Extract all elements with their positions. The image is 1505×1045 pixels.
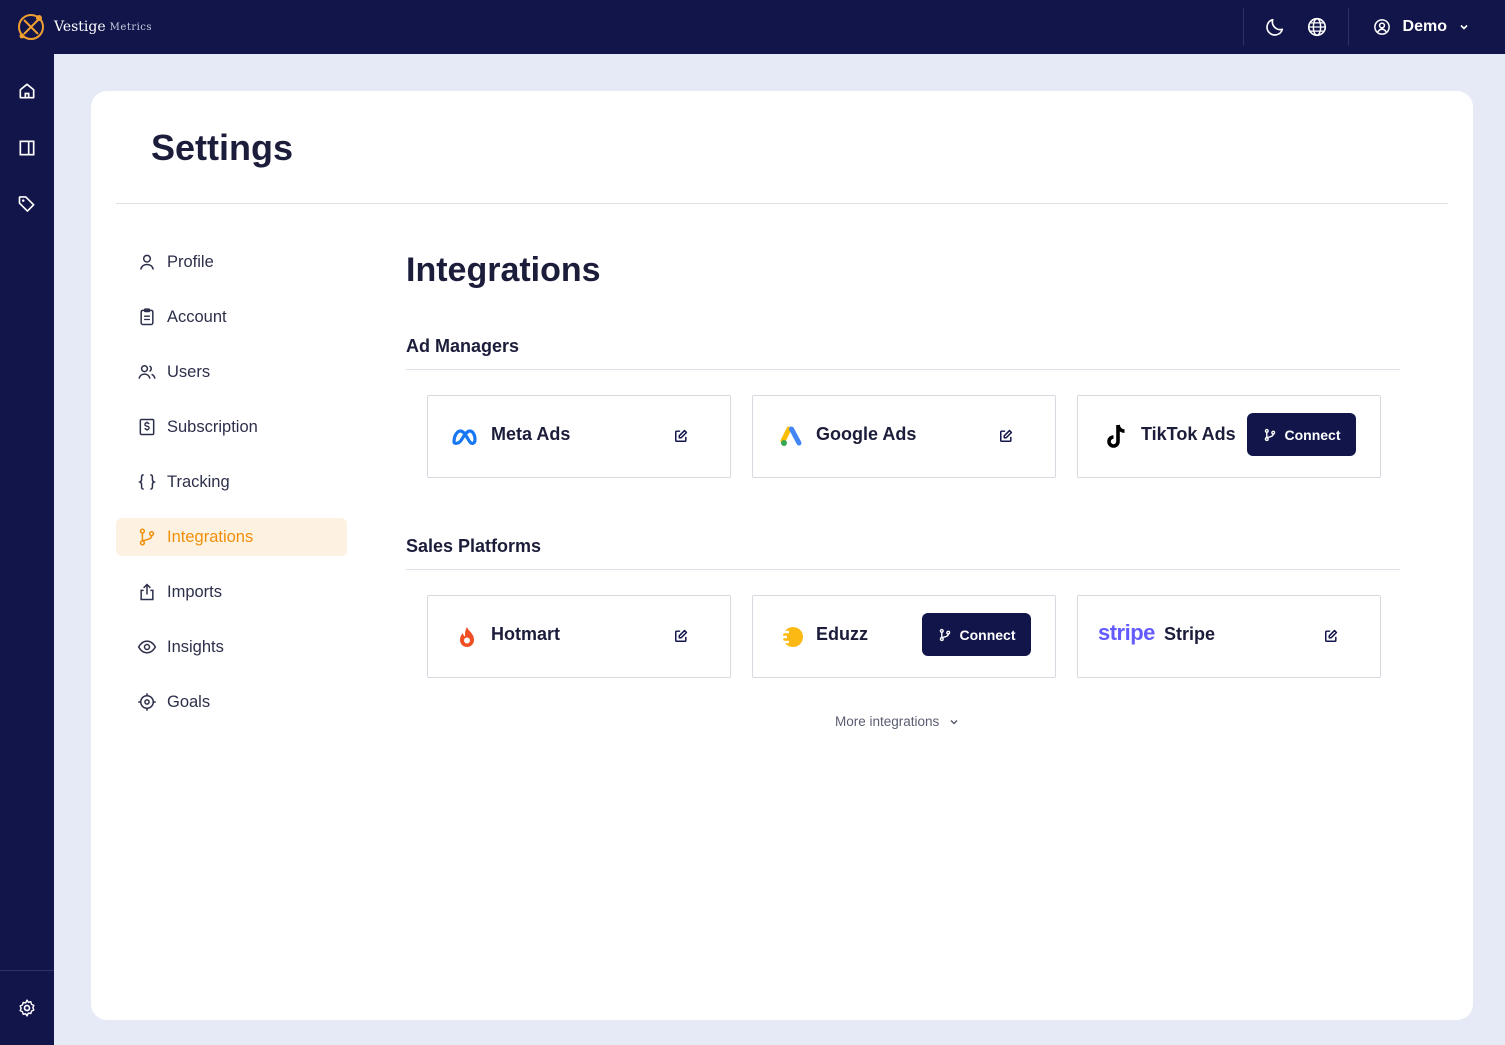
title-divider [116, 203, 1448, 204]
section-divider [406, 569, 1400, 570]
settings-card: Settings Profile Account Users Subscript… [91, 91, 1473, 1020]
brand[interactable]: Vestige Metrics [16, 12, 152, 42]
section-divider [406, 369, 1400, 370]
settings-nav-label: Profile [167, 252, 214, 271]
rail-settings-button[interactable] [0, 988, 54, 1028]
target-icon [137, 692, 157, 712]
stripe-logo-text: stripe [1098, 620, 1155, 645]
user-name: Demo [1402, 18, 1447, 35]
git-branch-icon [137, 527, 157, 547]
more-integrations-label: More integrations [835, 714, 940, 729]
eduzz-logo-icon [775, 622, 809, 652]
settings-nav-label: Tracking [167, 472, 230, 491]
tiktok-logo-icon [1100, 422, 1134, 452]
sales-platforms-tiles: Hotmart Eduzz Connect stripe Stripe [427, 595, 1400, 678]
home-icon [19, 83, 35, 99]
connect-button[interactable]: Connect [922, 613, 1031, 656]
brand-name: Vestige [54, 19, 106, 35]
vestige-logo-icon [18, 14, 44, 40]
brand-subtitle: Metrics [109, 21, 153, 33]
settings-nav: Profile Account Users Subscription Track… [116, 243, 347, 738]
rail-panel-button[interactable] [0, 128, 54, 168]
settings-nav-account[interactable]: Account [116, 298, 347, 336]
clipboard-icon [137, 307, 157, 327]
integration-name: Meta Ads [491, 424, 571, 444]
moon-icon [1265, 18, 1283, 36]
edit-icon[interactable] [997, 427, 1015, 445]
git-branch-icon [938, 628, 952, 642]
settings-nav-label: Account [167, 307, 227, 326]
integration-tile-eduzz[interactable]: Eduzz Connect [752, 595, 1056, 678]
chevron-down-icon [1459, 22, 1469, 32]
rail-home-button[interactable] [0, 71, 54, 111]
integration-tile-hotmart[interactable]: Hotmart [427, 595, 731, 678]
settings-nav-integrations[interactable]: Integrations [116, 518, 347, 556]
page-title: Settings [151, 127, 294, 168]
integration-name: Google Ads [816, 424, 917, 444]
integration-name: Hotmart [491, 624, 561, 644]
user-icon [137, 252, 157, 272]
divider [1242, 8, 1244, 46]
integrations-panel: Integrations Ad Managers Meta Ads Google… [406, 251, 1400, 734]
tag-icon [18, 196, 35, 212]
settings-nav-subscription[interactable]: Subscription [116, 408, 347, 446]
rail-tags-button[interactable] [0, 184, 54, 224]
edit-icon[interactable] [672, 427, 690, 445]
ad-managers-heading: Ad Managers [406, 336, 520, 356]
settings-nav-label: Subscription [167, 417, 258, 436]
edit-icon[interactable] [1322, 627, 1340, 645]
dollar-square-icon [137, 417, 157, 437]
settings-nav-label: Users [167, 362, 211, 381]
rail-divider [0, 970, 54, 971]
integration-tile-stripe[interactable]: stripe Stripe [1077, 595, 1381, 678]
settings-nav-imports[interactable]: Imports [116, 573, 347, 611]
hotmart-logo-icon [450, 622, 484, 652]
sidebar-rail [0, 54, 54, 1045]
dark-mode-toggle[interactable] [1254, 6, 1296, 48]
settings-nav-users[interactable]: Users [116, 353, 347, 391]
google-ads-logo-icon [775, 422, 809, 452]
settings-nav-profile[interactable]: Profile [116, 243, 347, 281]
users-icon [137, 362, 157, 382]
settings-nav-tracking[interactable]: Tracking [116, 463, 347, 501]
globe-icon [1307, 17, 1326, 37]
settings-nav-insights[interactable]: Insights [116, 628, 347, 666]
integration-name: TikTok Ads [1141, 424, 1236, 444]
sales-platforms-heading: Sales Platforms [406, 536, 542, 556]
user-menu[interactable]: Demo [1349, 0, 1505, 54]
integration-name: Stripe [1164, 624, 1216, 644]
integration-tile-google-ads[interactable]: Google Ads [752, 395, 1056, 478]
upload-icon [137, 582, 157, 602]
connect-label: Connect [959, 626, 1016, 643]
panel-icon [19, 140, 35, 156]
integration-tile-tiktok-ads[interactable]: TikTok Ads Connect [1077, 395, 1381, 478]
settings-nav-label: Goals [167, 692, 211, 711]
top-bar: Vestige Metrics Demo [0, 0, 1505, 54]
integration-tile-meta-ads[interactable]: Meta Ads [427, 395, 731, 478]
eye-icon [137, 637, 157, 657]
meta-logo-icon [450, 422, 484, 452]
connect-button[interactable]: Connect [1247, 413, 1356, 456]
settings-nav-goals[interactable]: Goals [116, 683, 347, 721]
edit-icon[interactable] [672, 627, 690, 645]
connect-label: Connect [1284, 426, 1341, 443]
settings-nav-label: Integrations [167, 527, 254, 546]
ad-managers-tiles: Meta Ads Google Ads TikTok Ads Connect [427, 395, 1400, 478]
integrations-heading: Integrations [406, 251, 601, 289]
braces-icon [137, 472, 157, 492]
settings-nav-label: Insights [167, 637, 224, 656]
settings-nav-label: Imports [167, 582, 223, 601]
user-circle-icon [1373, 18, 1391, 36]
more-integrations-toggle[interactable]: More integrations [835, 714, 959, 729]
language-selector[interactable] [1296, 6, 1338, 48]
gear-icon [19, 999, 35, 1017]
git-branch-icon [1263, 428, 1277, 442]
chevron-down-icon [949, 717, 959, 727]
integration-name: Eduzz [816, 624, 868, 644]
